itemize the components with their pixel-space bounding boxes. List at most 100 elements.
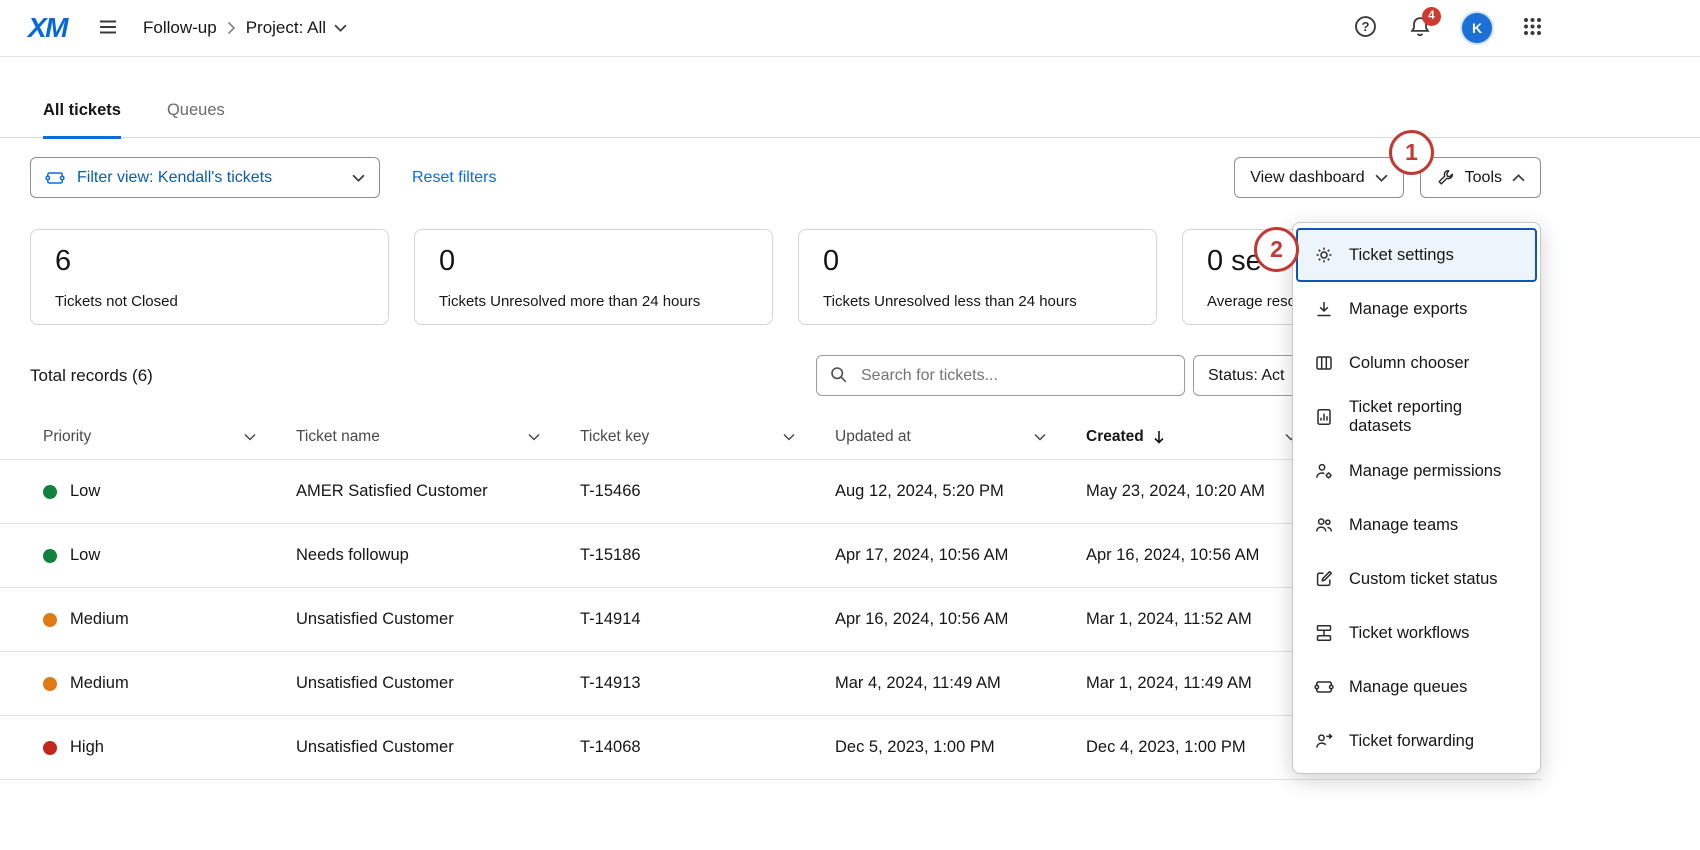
column-header-ticket-key[interactable]: Ticket key bbox=[580, 428, 835, 446]
priority-label: Low bbox=[70, 546, 100, 565]
person-gear-icon bbox=[1314, 461, 1334, 481]
priority-label: Medium bbox=[70, 610, 129, 629]
wrench-icon bbox=[1436, 168, 1455, 187]
stat-value: 0 bbox=[823, 245, 1132, 278]
chevron-right-icon bbox=[227, 21, 236, 35]
top-bar: XM Follow-up Project: All ? bbox=[0, 0, 1700, 57]
search-icon bbox=[829, 365, 849, 390]
ticket-name-cell: Unsatisfied Customer bbox=[296, 738, 580, 757]
filter-toolbar: Filter view: Kendall's tickets Reset fil… bbox=[30, 157, 1541, 198]
waffle-grid-icon bbox=[1522, 16, 1543, 40]
ticket-name-cell: AMER Satisfied Customer bbox=[296, 482, 580, 501]
menu-item-ticket-reporting-datasets[interactable]: Ticket reporting datasets bbox=[1296, 390, 1537, 444]
menu-item-custom-ticket-status[interactable]: Custom ticket status bbox=[1296, 552, 1537, 606]
chevron-down-icon bbox=[528, 433, 540, 441]
app-grid-button[interactable] bbox=[1522, 16, 1543, 40]
updated-at-cell: Mar 4, 2024, 11:49 AM bbox=[835, 674, 1086, 693]
menu-item-ticket-forwarding[interactable]: Ticket forwarding bbox=[1296, 714, 1537, 768]
notification-badge: 4 bbox=[1422, 7, 1441, 26]
stat-label: Tickets Unresolved more than 24 hours bbox=[439, 293, 748, 310]
chevron-up-icon bbox=[1512, 174, 1525, 182]
view-dashboard-button[interactable]: View dashboard bbox=[1234, 157, 1403, 198]
priority-dot bbox=[43, 677, 57, 691]
chevron-down-icon bbox=[334, 24, 347, 32]
updated-at-cell: Dec 5, 2023, 1:00 PM bbox=[835, 738, 1086, 757]
topbar-actions: ? 4 K bbox=[1353, 13, 1543, 43]
priority-label: Low bbox=[70, 482, 100, 501]
menu-item-label: Column chooser bbox=[1349, 354, 1469, 373]
report-chart-icon bbox=[1314, 407, 1334, 427]
tabs-bar: All tickets Queues bbox=[0, 57, 1700, 138]
person-arrow-icon bbox=[1314, 731, 1334, 751]
help-button[interactable]: ? bbox=[1353, 14, 1378, 42]
status-filter-label: Status: Act bbox=[1208, 367, 1284, 385]
priority-dot bbox=[43, 549, 57, 563]
column-header-ticket-name[interactable]: Ticket name bbox=[296, 428, 580, 446]
tab-queues[interactable]: Queues bbox=[167, 101, 225, 137]
menu-item-manage-permissions[interactable]: Manage permissions bbox=[1296, 444, 1537, 498]
column-label: Ticket name bbox=[296, 428, 380, 446]
avatar[interactable]: K bbox=[1462, 13, 1492, 43]
chevron-down-icon bbox=[1375, 174, 1388, 182]
svg-text:?: ? bbox=[1361, 19, 1369, 34]
view-dashboard-label: View dashboard bbox=[1250, 169, 1364, 187]
menu-item-ticket-workflows[interactable]: Ticket workflows bbox=[1296, 606, 1537, 660]
ticketing-page: XM Follow-up Project: All ? bbox=[0, 0, 1700, 850]
stat-label: Tickets Unresolved less than 24 hours bbox=[823, 293, 1132, 310]
priority-cell: Low bbox=[43, 546, 296, 565]
priority-dot bbox=[43, 485, 57, 499]
annotation-step-1: 1 bbox=[1389, 130, 1434, 175]
menu-item-label: Manage queues bbox=[1349, 678, 1467, 697]
ticket-search bbox=[816, 355, 1185, 396]
menu-item-label: Ticket reporting datasets bbox=[1349, 398, 1519, 436]
hamburger-menu-button[interactable] bbox=[97, 16, 119, 41]
priority-cell: Low bbox=[43, 482, 296, 501]
updated-at-cell: Apr 16, 2024, 10:56 AM bbox=[835, 610, 1086, 629]
breadcrumb-project[interactable]: Project: All bbox=[246, 18, 347, 38]
ticket-key-cell: T-15466 bbox=[580, 482, 835, 501]
stat-card-unresolved-more-24h: 0 Tickets Unresolved more than 24 hours bbox=[414, 229, 773, 325]
menu-item-manage-queues[interactable]: Manage queues bbox=[1296, 660, 1537, 714]
ticket-name-cell: Unsatisfied Customer bbox=[296, 674, 580, 693]
filter-view-dropdown[interactable]: Filter view: Kendall's tickets bbox=[30, 157, 380, 198]
stat-label: Tickets not Closed bbox=[55, 293, 364, 310]
stat-value: 6 bbox=[55, 245, 364, 278]
download-icon bbox=[1314, 299, 1334, 319]
breadcrumb-section[interactable]: Follow-up bbox=[143, 18, 217, 38]
tools-button[interactable]: Tools bbox=[1420, 157, 1541, 198]
updated-at-cell: Aug 12, 2024, 5:20 PM bbox=[835, 482, 1086, 501]
priority-dot bbox=[43, 741, 57, 755]
menu-item-column-chooser[interactable]: Column chooser bbox=[1296, 336, 1537, 390]
people-icon bbox=[1314, 515, 1334, 535]
column-label: Created bbox=[1086, 428, 1144, 446]
menu-item-label: Ticket settings bbox=[1349, 246, 1454, 265]
priority-label: Medium bbox=[70, 674, 129, 693]
column-header-updated-at[interactable]: Updated at bbox=[835, 428, 1086, 446]
chevron-down-icon bbox=[1034, 433, 1046, 441]
column-label: Priority bbox=[43, 428, 91, 446]
menu-item-manage-teams[interactable]: Manage teams bbox=[1296, 498, 1537, 552]
menu-item-ticket-settings[interactable]: Ticket settings bbox=[1296, 228, 1537, 282]
ticket-icon bbox=[1314, 677, 1334, 697]
ticket-key-cell: T-14068 bbox=[580, 738, 835, 757]
priority-cell: Medium bbox=[43, 610, 296, 629]
column-label: Ticket key bbox=[580, 428, 649, 446]
tools-dropdown-menu: Ticket settings Manage exports Column ch… bbox=[1292, 222, 1541, 774]
help-icon: ? bbox=[1353, 14, 1378, 42]
chevron-down-icon bbox=[244, 433, 256, 441]
menu-item-label: Ticket forwarding bbox=[1349, 732, 1474, 751]
priority-dot bbox=[43, 613, 57, 627]
ticket-name-cell: Unsatisfied Customer bbox=[296, 610, 580, 629]
menu-item-manage-exports[interactable]: Manage exports bbox=[1296, 282, 1537, 336]
search-input[interactable] bbox=[816, 355, 1185, 396]
tab-all-tickets[interactable]: All tickets bbox=[43, 101, 121, 139]
updated-at-cell: Apr 17, 2024, 10:56 AM bbox=[835, 546, 1086, 565]
priority-cell: Medium bbox=[43, 674, 296, 693]
menu-item-label: Ticket workflows bbox=[1349, 624, 1469, 643]
edit-icon bbox=[1314, 569, 1334, 589]
sort-descending-icon bbox=[1153, 430, 1165, 444]
menu-item-label: Manage exports bbox=[1349, 300, 1467, 319]
ticket-icon bbox=[45, 168, 65, 188]
column-header-priority[interactable]: Priority bbox=[43, 428, 296, 446]
reset-filters-link[interactable]: Reset filters bbox=[412, 169, 496, 187]
